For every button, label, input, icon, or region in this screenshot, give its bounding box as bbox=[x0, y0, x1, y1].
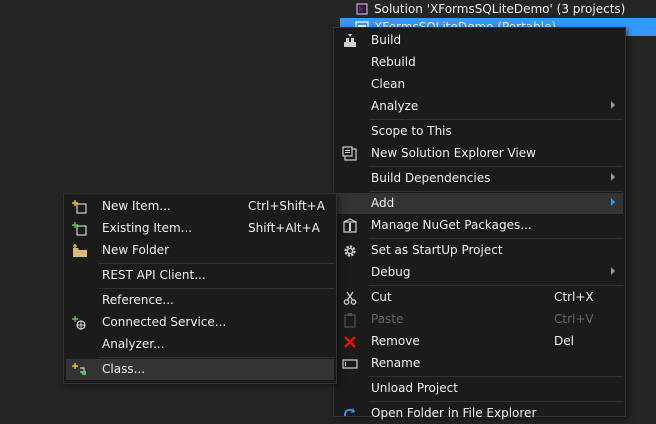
new-item-icon bbox=[68, 198, 92, 215]
menu-label: Reference... bbox=[102, 293, 174, 307]
submenu-item-reference[interactable]: Reference... bbox=[66, 290, 334, 311]
submenu-item-new-folder[interactable]: New Folder bbox=[66, 240, 334, 261]
class-icon bbox=[68, 361, 92, 378]
menu-label: Remove bbox=[371, 334, 420, 348]
menu-label: Open Folder in File Explorer bbox=[371, 406, 537, 420]
submenu-arrow-icon bbox=[611, 101, 615, 109]
menu-label: Debug bbox=[371, 265, 411, 279]
submenu-arrow-icon bbox=[611, 267, 615, 275]
menu-label: Unload Project bbox=[371, 381, 458, 395]
menu-label: Existing Item... bbox=[102, 221, 193, 235]
menu-item-build[interactable]: Build bbox=[336, 30, 623, 51]
menu-label: Rebuild bbox=[371, 55, 416, 69]
scissors-icon bbox=[338, 289, 362, 306]
menu-label: Rename bbox=[371, 356, 421, 370]
submenu-item-new-item[interactable]: New Item... Ctrl+Shift+A bbox=[66, 196, 334, 217]
menu-separator bbox=[369, 376, 623, 377]
rename-icon bbox=[338, 355, 362, 372]
menu-item-manage-nuget[interactable]: Manage NuGet Packages... bbox=[336, 215, 623, 236]
menu-item-add[interactable]: Add bbox=[336, 193, 623, 214]
menu-label: Class... bbox=[102, 362, 146, 376]
menu-label: Cut bbox=[371, 290, 392, 304]
menu-label: Add bbox=[371, 196, 395, 210]
menu-separator bbox=[99, 288, 334, 289]
submenu-arrow-icon bbox=[611, 173, 615, 181]
submenu-item-connected-service[interactable]: Connected Service... bbox=[66, 312, 334, 333]
existing-item-icon bbox=[68, 220, 92, 237]
menu-separator bbox=[369, 238, 623, 239]
menu-label: Analyzer... bbox=[102, 337, 165, 351]
folder-icon bbox=[68, 242, 92, 259]
menu-separator bbox=[369, 119, 623, 120]
build-icon bbox=[338, 32, 362, 49]
menu-item-rename[interactable]: Rename bbox=[336, 353, 623, 374]
menu-shortcut: Ctrl+Shift+A bbox=[248, 199, 325, 213]
menu-label: REST API Client... bbox=[102, 268, 206, 282]
menu-item-scope-to-this[interactable]: Scope to This bbox=[336, 121, 623, 142]
menu-item-paste[interactable]: Paste Ctrl+V bbox=[336, 309, 623, 330]
project-context-menu: Build Rebuild Clean Analyze Scope to Thi… bbox=[333, 27, 626, 420]
submenu-item-class[interactable]: Class... bbox=[66, 359, 334, 380]
vs-solution-icon bbox=[354, 1, 370, 17]
menu-label: Paste bbox=[371, 312, 404, 326]
menu-item-build-dependencies[interactable]: Build Dependencies bbox=[336, 168, 623, 189]
close-icon bbox=[338, 333, 362, 350]
menu-label: Connected Service... bbox=[102, 315, 227, 329]
menu-label: Set as StartUp Project bbox=[371, 243, 503, 257]
new-explorer-view-icon bbox=[338, 145, 362, 162]
menu-label: Manage NuGet Packages... bbox=[371, 218, 532, 232]
nuget-icon bbox=[338, 217, 362, 234]
menu-separator bbox=[369, 285, 623, 286]
menu-item-clean[interactable]: Clean bbox=[336, 74, 623, 95]
clipboard-icon bbox=[338, 311, 362, 328]
menu-item-debug[interactable]: Debug bbox=[336, 262, 623, 283]
menu-item-remove[interactable]: Remove Del bbox=[336, 331, 623, 352]
menu-label: New Solution Explorer View bbox=[371, 146, 536, 160]
menu-separator bbox=[369, 166, 623, 167]
menu-separator bbox=[369, 401, 623, 402]
connected-service-icon bbox=[68, 314, 92, 331]
menu-separator bbox=[99, 357, 334, 358]
menu-separator bbox=[369, 191, 623, 192]
menu-item-unload-project[interactable]: Unload Project bbox=[336, 378, 623, 399]
submenu-item-rest-api-client[interactable]: REST API Client... bbox=[66, 265, 334, 286]
menu-label: Build bbox=[371, 33, 402, 47]
submenu-arrow-icon bbox=[611, 198, 615, 206]
menu-label: Analyze bbox=[371, 99, 419, 113]
submenu-item-analyzer[interactable]: Analyzer... bbox=[66, 334, 334, 355]
menu-label: Scope to This bbox=[371, 124, 452, 138]
menu-item-new-solution-explorer-view[interactable]: New Solution Explorer View bbox=[336, 143, 623, 164]
menu-separator bbox=[99, 263, 334, 264]
gear-icon bbox=[338, 242, 362, 259]
menu-shortcut: Ctrl+V bbox=[554, 312, 594, 326]
menu-shortcut: Shift+Alt+A bbox=[248, 221, 320, 235]
solution-node[interactable]: Solution 'XFormsSQLiteDemo' (3 projects) bbox=[340, 0, 656, 18]
solution-label: Solution 'XFormsSQLiteDemo' (3 projects) bbox=[374, 2, 626, 16]
menu-item-rebuild[interactable]: Rebuild bbox=[336, 52, 623, 73]
menu-label: New Item... bbox=[102, 199, 171, 213]
menu-shortcut: Del bbox=[554, 334, 574, 348]
menu-item-set-startup[interactable]: Set as StartUp Project bbox=[336, 240, 623, 261]
menu-item-cut[interactable]: Cut Ctrl+X bbox=[336, 287, 623, 308]
menu-label: New Folder bbox=[102, 243, 170, 257]
menu-label: Build Dependencies bbox=[371, 171, 491, 185]
add-submenu: New Item... Ctrl+Shift+A Existing Item..… bbox=[63, 193, 337, 384]
menu-shortcut: Ctrl+X bbox=[554, 290, 594, 304]
menu-item-analyze[interactable]: Analyze bbox=[336, 96, 623, 117]
menu-label: Clean bbox=[371, 77, 406, 91]
submenu-item-existing-item[interactable]: Existing Item... Shift+Alt+A bbox=[66, 218, 334, 239]
